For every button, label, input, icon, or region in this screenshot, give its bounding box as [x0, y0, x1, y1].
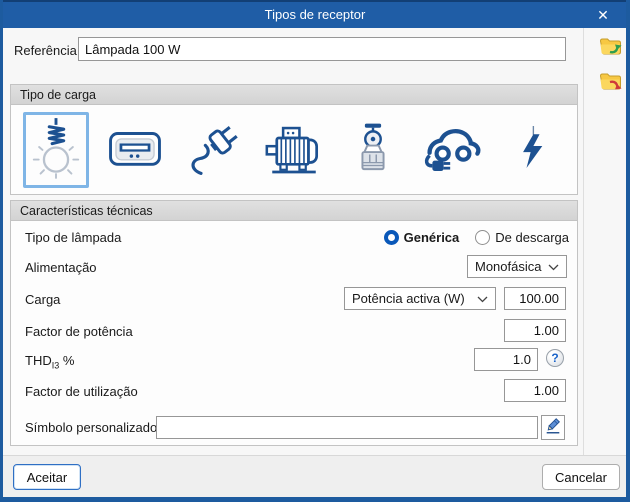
folder-red-arrow-icon — [599, 73, 622, 95]
dialog-body: Referência Lâmpada 100 W Tipo de carga C… — [3, 28, 626, 455]
reference-input[interactable] — [78, 37, 566, 61]
custom-symbol-label: Símbolo personalizado — [25, 420, 158, 435]
load-type-group-title: Tipo de carga — [11, 85, 577, 105]
radio-checked-icon — [383, 229, 399, 245]
ev-charger-icon — [423, 118, 483, 181]
accept-button[interactable]: Aceitar — [13, 464, 81, 490]
load-type-ev-charger[interactable] — [420, 112, 486, 188]
lamp-type-radios: Genérica De descarga — [383, 227, 569, 247]
lamp-icon — [29, 117, 83, 182]
import-folder-button[interactable] — [597, 36, 623, 60]
load-value-input[interactable] — [504, 287, 566, 310]
cancel-button[interactable]: Cancelar — [541, 464, 620, 490]
load-type-motor[interactable] — [261, 112, 327, 188]
dialog-tipos-de-receptor: Tipos de receptor ✕ Referência Lâmpada 1… — [0, 0, 630, 502]
hvac-unit-icon — [106, 117, 164, 182]
toolbar-separator — [583, 28, 584, 455]
lamp-type-label: Tipo de lâmpada — [25, 230, 122, 245]
thd-input[interactable] — [474, 348, 538, 371]
close-icon[interactable]: ✕ — [590, 2, 616, 28]
radio-de-descarga[interactable]: De descarga — [475, 229, 569, 245]
load-quantity-select[interactable]: Potência activa (W) — [344, 287, 496, 310]
load-type-group: Tipo de carga — [10, 84, 578, 195]
load-label: Carga — [25, 292, 61, 307]
titlebar: Tipos de receptor ✕ — [3, 0, 626, 28]
radio-generica-label: Genérica — [403, 229, 460, 245]
pencil-icon — [544, 417, 562, 438]
custom-symbol-input[interactable] — [156, 416, 538, 439]
load-type-hvac[interactable] — [102, 112, 168, 188]
dialog-title: Tipos de receptor — [264, 7, 366, 22]
load-type-lamp[interactable] — [23, 111, 89, 188]
folder-green-arrow-icon — [599, 38, 622, 60]
radio-generica[interactable]: Genérica — [383, 229, 460, 245]
chevron-down-icon — [548, 259, 559, 274]
thd-label: THDI3 % — [25, 353, 75, 371]
radio-unchecked-icon — [475, 229, 491, 245]
load-type-tiles — [11, 105, 577, 194]
motor-icon — [265, 117, 323, 182]
radio-de-descarga-label: De descarga — [495, 229, 569, 245]
supply-label: Alimentação — [25, 260, 97, 275]
chevron-down-icon — [477, 291, 488, 306]
supply-select-value: Monofásica — [475, 259, 542, 274]
utilization-factor-input[interactable] — [504, 379, 566, 402]
load-type-generic[interactable] — [499, 112, 565, 188]
load-quantity-value: Potência activa (W) — [352, 291, 465, 306]
plug-icon — [187, 117, 243, 182]
technical-group: Características técnicas Tipo de lâmpada… — [10, 200, 578, 446]
utilization-factor-label: Factor de utilização — [25, 384, 138, 399]
export-folder-button[interactable] — [597, 71, 623, 95]
load-type-plug[interactable] — [182, 112, 248, 188]
reference-label: Referência — [14, 43, 77, 58]
supply-select[interactable]: Monofásica — [467, 255, 567, 278]
edit-symbol-button[interactable] — [541, 415, 565, 440]
lift-icon — [347, 117, 399, 182]
lightning-bolt-icon — [510, 117, 554, 182]
load-type-lift[interactable] — [340, 112, 406, 188]
technical-group-title: Características técnicas — [11, 201, 577, 221]
power-factor-input[interactable] — [504, 319, 566, 342]
power-factor-label: Factor de potência — [25, 324, 133, 339]
footer-bar: Aceitar Cancelar — [3, 455, 626, 497]
help-icon[interactable]: ? — [546, 349, 564, 367]
